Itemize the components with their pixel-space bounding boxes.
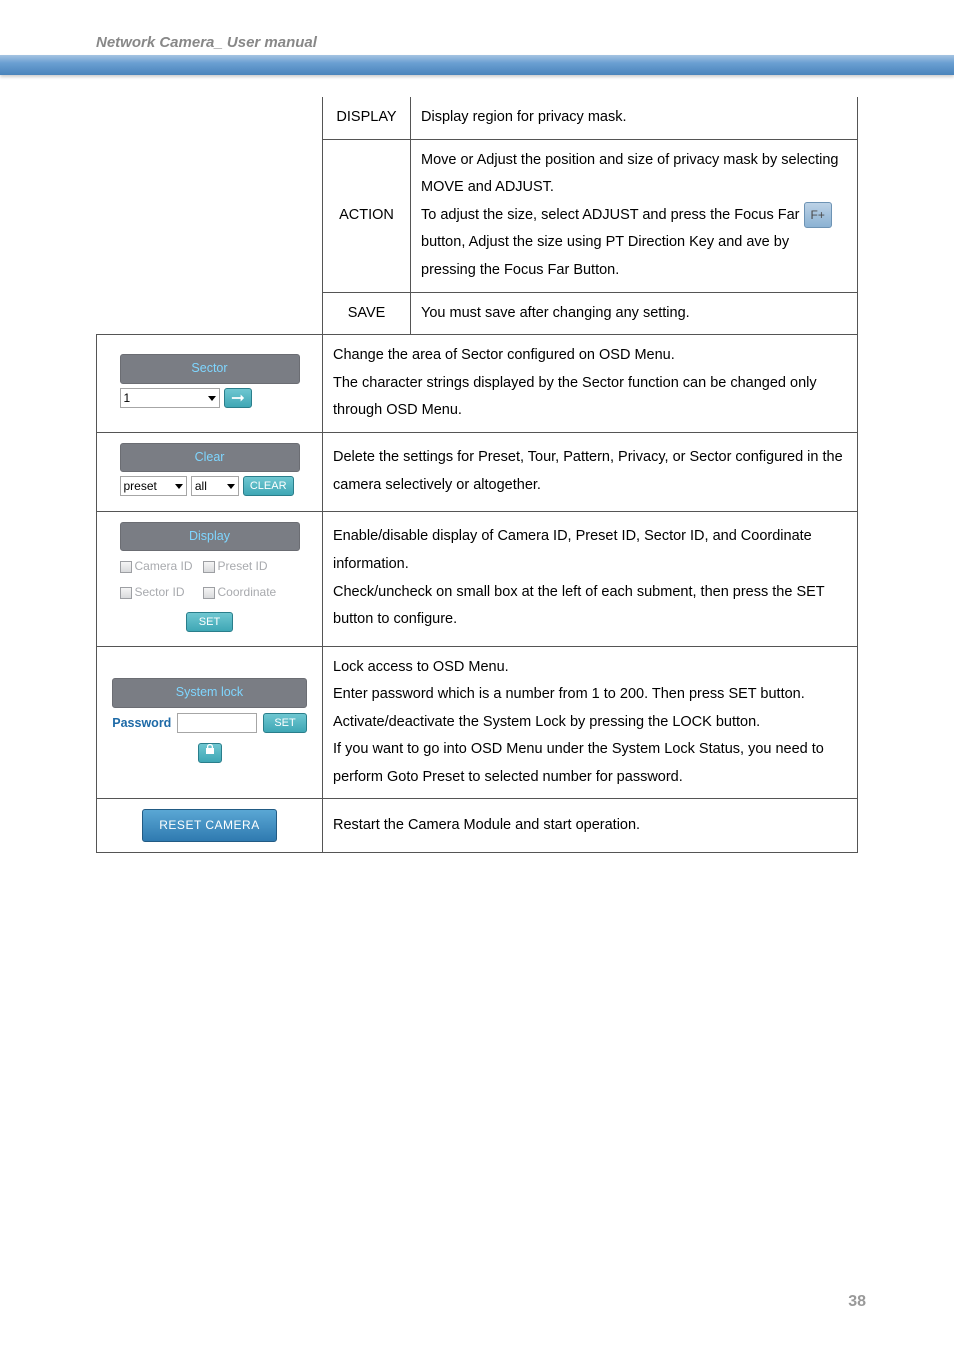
display-panel-title: Display [120,522,300,552]
checkbox-camera-id[interactable]: Camera ID [120,555,193,578]
checkbox-sector-id[interactable]: Sector ID [120,581,185,604]
doc-header-title: Network Camera_ User manual [0,0,954,55]
syslock-set-button[interactable]: SET [263,713,306,733]
page-number: 38 [848,1293,866,1311]
password-input[interactable] [177,713,257,733]
clear-select-scope[interactable]: all [191,476,239,496]
checkbox-camera-id-label: Camera ID [135,555,193,578]
display-desc: Enable/disable display of Camera ID, Pre… [323,511,858,646]
desc-display: Display region for privacy mask. [411,97,858,139]
syslock-cell: System lock Password SET [97,646,323,799]
sector-select-value: 1 [124,387,131,410]
clear-select-type[interactable]: preset [120,476,187,496]
checkbox-icon [120,587,132,599]
page-content: DISPLAY Display region for privacy mask.… [0,75,954,853]
sector-go-button[interactable] [224,388,252,408]
lock-toggle-button[interactable] [198,743,222,763]
desc-action: Move or Adjust the position and size of … [411,139,858,292]
chevron-down-icon [175,484,183,489]
sector-panel-title: Sector [120,354,300,384]
clear-select-type-value: preset [124,475,157,498]
display-set-button[interactable]: SET [186,612,233,632]
reset-camera-button[interactable]: RESET CAMERA [142,809,276,842]
label-action: ACTION [323,139,411,292]
empty-left-cell [97,97,323,335]
syslock-desc: Lock access to OSD Menu. Enter password … [323,646,858,799]
settings-table: DISPLAY Display region for privacy mask.… [96,97,858,853]
clear-desc: Delete the settings for Preset, Tour, Pa… [323,432,858,511]
clear-select-scope-value: all [195,475,207,498]
arrow-right-icon [231,392,245,404]
checkbox-icon [203,587,215,599]
action-p2a: To adjust the size, select ADJUST and pr… [421,207,804,223]
label-save: SAVE [323,292,411,335]
sector-desc: Change the area of Sector configured on … [323,335,858,433]
chevron-down-icon [208,396,216,401]
syslock-panel-title: System lock [112,678,306,708]
clear-button[interactable]: CLEAR [243,476,294,496]
checkbox-preset-id[interactable]: Preset ID [203,555,268,578]
action-p2b: button, Adjust the size using PT Directi… [421,234,789,278]
sector-cell: Sector 1 [97,335,323,433]
checkbox-preset-id-label: Preset ID [218,555,268,578]
password-label: Password [112,712,171,736]
clear-cell: Clear preset all CLEAR [97,432,323,511]
sector-select[interactable]: 1 [120,388,220,408]
label-display: DISPLAY [323,97,411,139]
accent-bar [0,55,954,75]
clear-panel-title: Clear [120,443,300,473]
display-panel-cell: Display Camera ID Preset ID Sector ID Co… [97,511,323,646]
focus-far-badge: F+ [804,202,832,229]
reset-desc: Restart the Camera Module and start oper… [323,799,858,853]
lock-icon [203,739,217,767]
checkbox-coordinate-label: Coordinate [218,581,277,604]
desc-save: You must save after changing any setting… [411,292,858,335]
checkbox-coordinate[interactable]: Coordinate [203,581,277,604]
chevron-down-icon [227,484,235,489]
action-p1: Move or Adjust the position and size of … [421,152,838,196]
checkbox-sector-id-label: Sector ID [135,581,185,604]
reset-cell: RESET CAMERA [97,799,323,853]
checkbox-icon [120,561,132,573]
checkbox-icon [203,561,215,573]
